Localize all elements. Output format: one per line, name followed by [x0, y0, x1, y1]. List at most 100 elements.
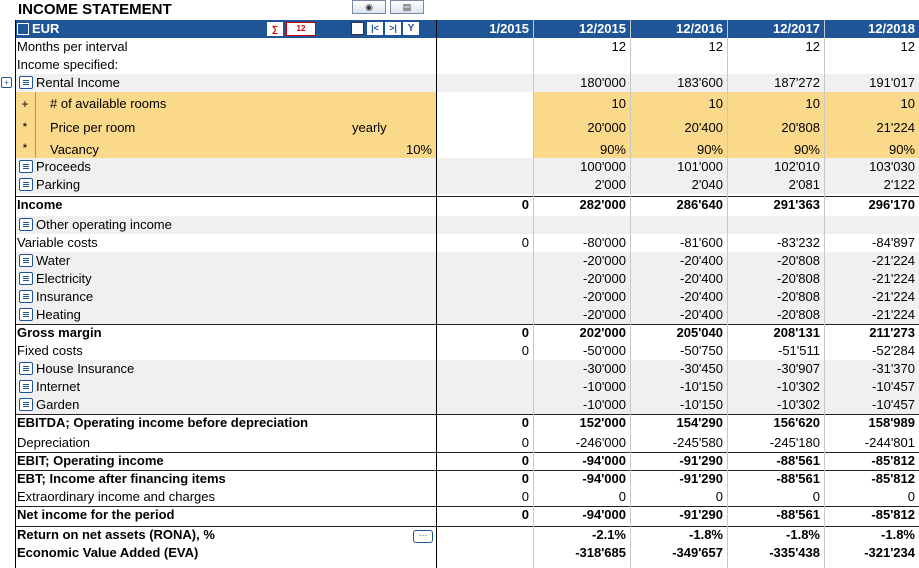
camera-icon[interactable]: ◉ [352, 0, 386, 14]
row-label: Insurance [36, 289, 94, 304]
list-icon[interactable] [19, 380, 33, 393]
value-cell[interactable]: 10 [824, 96, 919, 111]
list-icon[interactable] [19, 308, 33, 321]
first-icon[interactable]: |< [367, 22, 383, 35]
operator-sign: * [15, 138, 36, 158]
list-icon[interactable] [19, 160, 33, 173]
row-label: Vacancy [50, 142, 99, 157]
value-cell[interactable]: 90% [533, 142, 630, 157]
row-label: House Insurance [36, 361, 135, 376]
value-cell: -245'580 [672, 435, 723, 450]
more-icon[interactable]: ··· [413, 530, 433, 543]
value-cell: -318'685 [575, 545, 626, 560]
table-row: Extraordinary income and charges 0 0 0 0 0 [0, 488, 919, 506]
filter-icon[interactable]: Y [403, 22, 419, 35]
row-label-cell: Proceeds [19, 159, 91, 174]
value-cell[interactable]: 20'808 [727, 120, 824, 135]
row-label: Garden [36, 397, 80, 412]
row-label: Fixed costs [17, 343, 83, 358]
value-cell: 286'640 [676, 197, 723, 212]
value-cell: -91'290 [679, 471, 723, 486]
value-cell[interactable]: 90% [630, 142, 727, 157]
value-cell: 183'600 [677, 75, 723, 90]
row-label-cell: Internet [19, 379, 80, 394]
value-cell: 0 [521, 415, 529, 430]
value-cell: 0 [521, 235, 529, 250]
row-label: # of available rooms [50, 96, 167, 111]
value-cell: 296'170 [868, 197, 915, 212]
table-row: Water -20'000 -20'400 -20'808 -21'224 [0, 252, 919, 270]
list-icon[interactable] [19, 178, 33, 191]
row-label-cell: EBITDA; Operating income before deprecia… [17, 415, 308, 430]
value-cell: -20'808 [777, 271, 820, 286]
row-label: Economic Value Added (EVA) [17, 545, 199, 560]
value-cell: -321'234 [864, 545, 915, 560]
value-cell: -20'000 [583, 307, 626, 322]
period-header-4: 12/2018 [824, 20, 919, 38]
value-cell[interactable]: 21'224 [824, 120, 919, 135]
value-cell: 187'272 [774, 75, 820, 90]
table-icon[interactable]: ▤ [390, 0, 424, 14]
value-cell: -10'150 [680, 379, 723, 394]
value-cell: -20'400 [680, 289, 723, 304]
value-cell: -10'457 [872, 397, 915, 412]
value-cell[interactable]: 90% [824, 142, 919, 157]
table-row: Insurance -20'000 -20'400 -20'808 -21'224 [0, 288, 919, 306]
value-cell: 205'040 [676, 325, 723, 340]
value-cell: -21'224 [872, 307, 915, 322]
table-row: House Insurance -30'000 -30'450 -30'907 -31'… [0, 360, 919, 378]
value-cell: 154'290 [676, 415, 723, 430]
value-cell: -245'180 [769, 435, 820, 450]
list-icon[interactable] [19, 218, 33, 231]
value-cell[interactable]: 10 [630, 96, 727, 111]
list-icon[interactable] [19, 398, 33, 411]
value-cell: -20'808 [777, 253, 820, 268]
list-icon[interactable] [19, 76, 33, 89]
value-cell: 0 [907, 489, 915, 504]
value-cell: -30'907 [777, 361, 820, 376]
table-row: EBITDA; Operating income before deprecia… [0, 414, 919, 434]
row-label-cell: EBIT; Operating income [17, 453, 164, 468]
row-label-cell: Income [17, 197, 63, 212]
value-cell: 0 [715, 489, 723, 504]
value-cell: -20'808 [777, 289, 820, 304]
value-cell: -349'657 [672, 545, 723, 560]
table-row: Garden -10'000 -10'150 -10'302 -10'457 [0, 396, 919, 414]
list-icon[interactable] [19, 272, 33, 285]
row-label: Parking [36, 177, 81, 192]
value-cell: -10'457 [872, 379, 915, 394]
value-cell: -85'812 [871, 507, 915, 522]
value-cell: 2'040 [691, 177, 723, 192]
value-cell[interactable]: 10 [727, 96, 824, 111]
row-label: Income specified: [17, 57, 119, 72]
expand-icon[interactable] [351, 22, 364, 35]
value-cell: 0 [521, 453, 529, 468]
row-label-cell: Economic Value Added (EVA) [17, 545, 198, 560]
calculator-icon[interactable]: ∑ [267, 22, 283, 36]
list-icon[interactable] [19, 362, 33, 375]
table-row: Rental Income +180'000 183'600 187'272 191'0… [0, 74, 919, 92]
next-icon[interactable]: >| [385, 22, 401, 35]
column-separator [824, 20, 825, 568]
row-label-cell: Price per room [50, 120, 135, 135]
collapse-icon[interactable]: + [1, 77, 12, 88]
list-icon[interactable] [19, 254, 33, 267]
row-parameter[interactable]: 10% [395, 142, 432, 157]
row-label: Price per room [50, 120, 136, 135]
value-cell[interactable]: 20'000 [533, 120, 630, 135]
value-cell: -335'438 [769, 545, 820, 560]
value-cell: 100'000 [580, 159, 626, 174]
value-cell: 208'131 [773, 325, 820, 340]
row-label-cell: Garden [19, 397, 79, 412]
row-label: Other operating income [36, 217, 172, 232]
value-cell: -88'561 [776, 507, 820, 522]
value-cell[interactable]: 10 [533, 96, 630, 111]
value-cell: 12 [900, 39, 915, 54]
value-cell[interactable]: 20'400 [630, 120, 727, 135]
row-label-cell: Net income for the period [17, 507, 174, 522]
value-cell: -20'400 [680, 307, 723, 322]
format-icon[interactable]: 12 [286, 22, 316, 36]
row-parameter[interactable]: yearly [352, 120, 387, 135]
value-cell[interactable]: 90% [727, 142, 824, 157]
list-icon[interactable] [19, 290, 33, 303]
